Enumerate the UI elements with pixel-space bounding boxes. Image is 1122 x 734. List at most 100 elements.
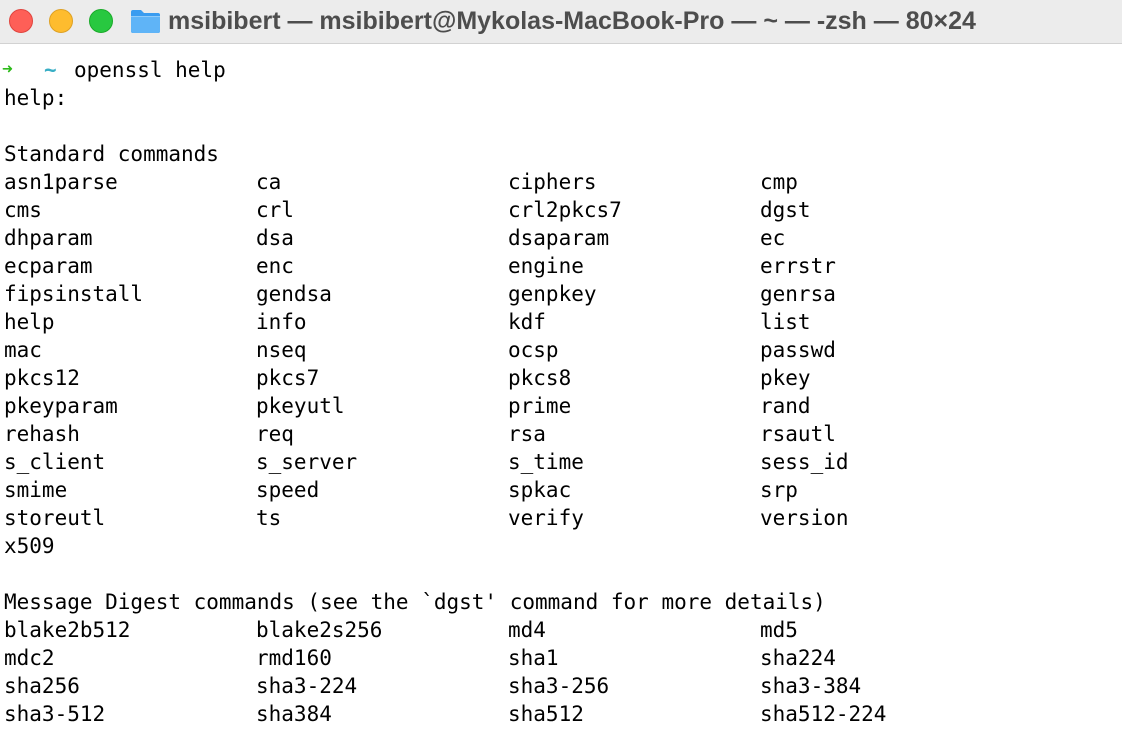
standard-command-row: asn1parse ca ciphers cmp — [0, 168, 1122, 196]
command-name: x509 — [4, 534, 55, 558]
command-name: spkac — [508, 478, 572, 502]
terminal-window: msibibert — msibibert@Mykolas-MacBook-Pr… — [0, 0, 1122, 734]
standard-command-row: mac nseq ocsp passwd — [0, 336, 1122, 364]
digest-commands-header: Message Digest commands (see the `dgst' … — [4, 590, 826, 614]
command-name: asn1parse — [4, 170, 118, 194]
standard-command-row: cms crl crl2pkcs7 dgst — [0, 196, 1122, 224]
command-name: list — [760, 310, 811, 334]
command-name: sha224 — [760, 646, 836, 670]
standard-command-row: fipsinstall gendsa genpkey genrsa — [0, 280, 1122, 308]
command-name: pkeyparam — [4, 394, 118, 418]
command-name: sha3-256 — [508, 674, 610, 698]
digest-command-row: sha3-512 sha384 sha512 sha512-224 — [0, 700, 1122, 728]
command-name: md5 — [760, 618, 798, 642]
command-name: md4 — [508, 618, 546, 642]
command-name: sha512 — [508, 702, 584, 726]
standard-commands-header: Standard commands — [4, 142, 219, 166]
command-name: pkcs8 — [508, 366, 572, 390]
command-name: genpkey — [508, 282, 597, 306]
standard-command-row: s_client s_server s_time sess_id — [0, 448, 1122, 476]
command-name: ecparam — [4, 254, 93, 278]
standard-command-row: pkeyparam pkeyutl prime rand — [0, 392, 1122, 420]
command-name: sha512-224 — [760, 702, 887, 726]
command-name: ca — [256, 170, 282, 194]
command-name: speed — [256, 478, 320, 502]
command-name: crl2pkcs7 — [508, 198, 622, 222]
output-line: help: — [0, 84, 1122, 112]
command-name: rehash — [4, 422, 80, 446]
command-name: dsaparam — [508, 226, 610, 250]
command-name: passwd — [760, 338, 836, 362]
close-button[interactable] — [9, 9, 33, 33]
standard-command-row: dhparam dsa dsaparam ec — [0, 224, 1122, 252]
command-name: kdf — [508, 310, 546, 334]
prompt-command: openssl help — [74, 58, 226, 82]
command-name: blake2b512 — [4, 618, 131, 642]
command-name: sha3-512 — [4, 702, 106, 726]
command-name: sha384 — [256, 702, 332, 726]
standard-command-row: pkcs12 pkcs7 pkcs8 pkey — [0, 364, 1122, 392]
command-name: gendsa — [256, 282, 332, 306]
command-name: s_client — [4, 450, 106, 474]
command-name: dhparam — [4, 226, 93, 250]
standard-command-row: help info kdf list — [0, 308, 1122, 336]
standard-command-row: rehash req rsa rsautl — [0, 420, 1122, 448]
command-name: sha1 — [508, 646, 559, 670]
command-name: dgst — [760, 198, 811, 222]
command-name: rsa — [508, 422, 546, 446]
command-name: pkeyutl — [256, 394, 345, 418]
standard-command-row: x509 — [0, 532, 1122, 560]
standard-command-row: storeutl ts verify version — [0, 504, 1122, 532]
command-name: s_time — [508, 450, 584, 474]
command-name: mac — [4, 338, 42, 362]
digest-command-row: blake2b512 blake2s256 md4 md5 — [0, 616, 1122, 644]
window-title: msibibert — msibibert@Mykolas-MacBook-Pr… — [168, 7, 976, 35]
command-name: pkcs12 — [4, 366, 80, 390]
command-name: crl — [256, 198, 294, 222]
digest-command-row: sha256 sha3-224 sha3-256 sha3-384 — [0, 672, 1122, 700]
command-name: version — [760, 506, 849, 530]
command-name: rand — [760, 394, 811, 418]
command-name: info — [256, 310, 307, 334]
command-name: smime — [4, 478, 68, 502]
digest-command-row: mdc2 rmd160 sha1 sha224 — [0, 644, 1122, 672]
maximize-button[interactable] — [89, 9, 113, 33]
command-name: mdc2 — [4, 646, 55, 670]
command-name: fipsinstall — [4, 282, 144, 306]
command-name: pkey — [760, 366, 811, 390]
command-name: verify — [508, 506, 584, 530]
command-name: nseq — [256, 338, 307, 362]
command-name: ec — [760, 226, 786, 250]
command-name: srp — [760, 478, 798, 502]
command-name: storeutl — [4, 506, 106, 530]
command-name: rsautl — [760, 422, 836, 446]
folder-icon — [131, 10, 160, 33]
standard-command-row: ecparam enc engine errstr — [0, 252, 1122, 280]
command-name: blake2s256 — [256, 618, 383, 642]
prompt-cwd: ~ — [44, 58, 57, 82]
output-line: Message Digest commands (see the `dgst' … — [0, 588, 1122, 616]
standard-command-row: smime speed spkac srp — [0, 476, 1122, 504]
command-name: dsa — [256, 226, 294, 250]
command-name: cmp — [760, 170, 798, 194]
command-name: help — [4, 310, 55, 334]
command-name: ocsp — [508, 338, 559, 362]
command-name: pkcs7 — [256, 366, 320, 390]
command-name: req — [256, 422, 294, 446]
digest-commands-list: blake2b512 blake2s256 md4 md5 mdc2 rmd160 sha1… — [0, 616, 1122, 728]
command-name: sess_id — [760, 450, 849, 474]
command-name: genrsa — [760, 282, 836, 306]
command-name: prime — [508, 394, 572, 418]
command-name: ciphers — [508, 170, 597, 194]
command-name: rmd160 — [256, 646, 332, 670]
minimize-button[interactable] — [49, 9, 73, 33]
terminal-output[interactable]: ➜ ~ openssl help help: Standard commands… — [0, 56, 1122, 734]
command-name: enc — [256, 254, 294, 278]
help-label: help: — [4, 86, 68, 110]
output-line: Standard commands — [0, 140, 1122, 168]
command-name: sha3-224 — [256, 674, 358, 698]
title-bar[interactable]: msibibert — msibibert@Mykolas-MacBook-Pr… — [0, 0, 1122, 44]
prompt-arrow-icon: ➜ — [2, 59, 13, 80]
